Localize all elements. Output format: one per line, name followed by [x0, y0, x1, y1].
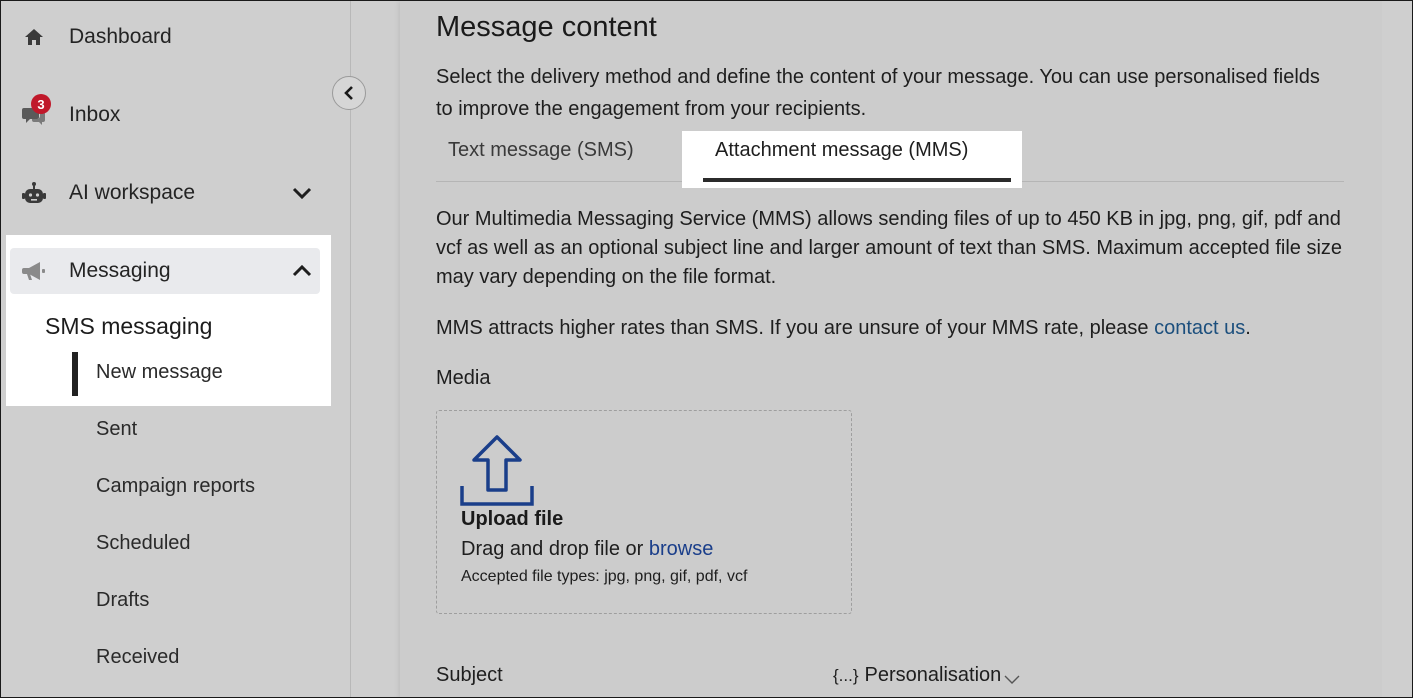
sidebar-item-label: Inbox	[69, 103, 121, 126]
mms-rates-text: MMS attracts higher rates than SMS. If y…	[436, 314, 1346, 343]
tab-text-message-sms[interactable]: Text message (SMS)	[448, 139, 634, 162]
personalisation-label: Personalisation	[864, 664, 1002, 686]
accepted-file-types: Accepted file types: jpg, png, gif, pdf,…	[461, 568, 748, 585]
upload-icon	[460, 435, 534, 506]
tab-attachment-message-mms[interactable]: Attachment message (MMS)	[715, 139, 968, 162]
browse-link[interactable]: browse	[649, 538, 713, 560]
inbox-badge: 3	[31, 94, 51, 114]
sidebar-subitem-received[interactable]: Received	[96, 646, 179, 669]
subject-label: Subject	[436, 664, 503, 686]
upload-file-title: Upload file	[461, 508, 564, 530]
sidebar: Dashboard 3 Inbox AI workspace Messaging	[1, 1, 351, 697]
chat-icon: 3	[17, 94, 51, 130]
chevron-left-icon	[344, 86, 353, 100]
personalisation-dropdown[interactable]: {...} Personalisation	[833, 664, 1021, 687]
upload-instructions: Drag and drop file or browse	[461, 538, 713, 561]
braces-icon: {...}	[833, 665, 859, 685]
rates-period: .	[1245, 317, 1251, 339]
megaphone-icon	[17, 256, 51, 286]
sidebar-collapse-button[interactable]	[332, 76, 366, 110]
sidebar-subitem-campaign-reports[interactable]: Campaign reports	[96, 475, 255, 498]
sidebar-subitem-new-message[interactable]: New message	[96, 361, 223, 384]
sidebar-item-dashboard[interactable]: Dashboard	[17, 17, 172, 57]
media-label: Media	[436, 367, 491, 389]
sidebar-subitem-sent[interactable]: Sent	[96, 418, 137, 441]
sidebar-item-label: Dashboard	[69, 25, 172, 48]
chevron-down-icon	[1004, 675, 1020, 684]
tab-active-underline	[703, 178, 1011, 182]
sidebar-item-messaging[interactable]: Messaging	[17, 251, 171, 291]
robot-icon	[17, 178, 51, 208]
mms-description: Our Multimedia Messaging Service (MMS) a…	[436, 208, 1343, 288]
sms-messaging-heading: SMS messaging	[45, 313, 213, 339]
active-indicator	[72, 352, 78, 396]
sidebar-item-ai-workspace[interactable]: AI workspace	[17, 173, 195, 213]
sidebar-subitem-scheduled[interactable]: Scheduled	[96, 532, 191, 555]
chevron-down-icon[interactable]	[289, 180, 315, 206]
home-icon	[17, 22, 51, 52]
right-gutter	[1382, 1, 1412, 697]
rates-text: MMS attracts higher rates than SMS. If y…	[436, 317, 1155, 339]
sidebar-subitem-drafts[interactable]: Drafts	[96, 589, 149, 612]
drag-drop-text: Drag and drop file or	[461, 538, 649, 560]
chevron-up-icon[interactable]	[289, 258, 315, 284]
page-title: Message content	[436, 11, 657, 43]
app-window: Dashboard 3 Inbox AI workspace Messaging	[0, 0, 1413, 698]
sidebar-item-label: AI workspace	[69, 181, 196, 204]
sidebar-item-label: Messaging	[69, 259, 171, 282]
sidebar-item-inbox[interactable]: 3 Inbox	[17, 94, 121, 135]
intro-text: Select the delivery method and define th…	[436, 66, 1320, 120]
contact-us-link[interactable]: contact us	[1154, 317, 1245, 339]
